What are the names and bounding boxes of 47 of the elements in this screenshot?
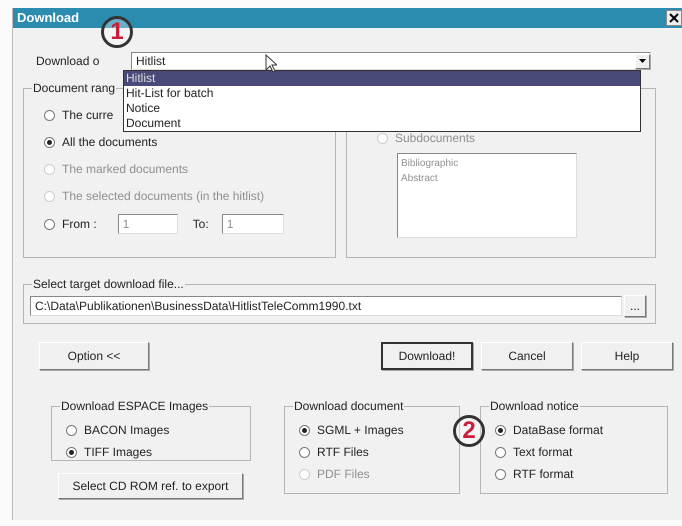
group-label: Document rang (32, 81, 116, 95)
group-label: Download ESPACE Images (60, 399, 210, 413)
callout-marker: 2 (453, 415, 485, 447)
radio-label: The marked documents (62, 161, 188, 178)
file-path-field[interactable]: C:\Data\Publikationen\BusinessData\HitlistTeleComm1990.txt (30, 296, 622, 316)
radio-label: BACON Images (84, 422, 170, 439)
radio-button[interactable] (299, 446, 310, 458)
radio-button[interactable] (44, 110, 55, 120)
field-label: To: (192, 216, 209, 233)
radio-label: PDF Files (317, 466, 370, 483)
radio-label: All the documents (62, 134, 158, 151)
radio-label: RTF format (513, 466, 574, 483)
window-title: Download (17, 9, 80, 28)
radio-label: From : (62, 216, 97, 233)
radio-button[interactable] (495, 446, 506, 458)
radio-button[interactable] (44, 218, 55, 230)
cd-rom-button[interactable]: Select CD ROM ref. to export (58, 473, 243, 499)
group-label: Download notice (489, 399, 580, 413)
radio-button[interactable] (495, 424, 506, 436)
radio-button[interactable] (299, 424, 310, 436)
group-label: Download document (293, 399, 404, 413)
close-icon[interactable] (666, 10, 682, 26)
option-button[interactable]: Option << (39, 342, 149, 370)
radio-button[interactable] (66, 424, 77, 436)
radio-label: Text format (513, 444, 572, 461)
radio-label: RTF Files (317, 444, 369, 461)
radio-label: Subdocuments (395, 130, 476, 147)
radio-button[interactable] (66, 446, 77, 458)
dialog-button[interactable]: Download! (381, 342, 473, 370)
dropdown-option[interactable]: Hitlist (124, 71, 640, 86)
field-label: Download o (36, 53, 100, 70)
dropdown-option[interactable]: Document (124, 116, 640, 131)
radio-label: DataBase format (513, 422, 604, 439)
radio-label: TIFF Images (84, 444, 152, 461)
radio-button[interactable] (44, 136, 55, 148)
caret-icon[interactable] (635, 54, 650, 68)
download-type-dropdown[interactable]: Hitlist (131, 52, 651, 70)
radio-label: The curre (62, 107, 114, 124)
dialog-button[interactable]: Help (581, 342, 673, 370)
radio-label: The selected documents (in the hitlist) (62, 188, 264, 205)
dialog-button[interactable]: Cancel (481, 342, 573, 370)
radio-label: SGML + Images (317, 422, 404, 439)
dropdown-option[interactable]: Hit-List for batch (124, 86, 640, 101)
dropdown-option[interactable]: Notice (124, 101, 640, 116)
radio-button[interactable] (495, 468, 506, 480)
group-label: Select target download file... (32, 277, 185, 291)
browse-button[interactable]: ... (624, 295, 646, 317)
